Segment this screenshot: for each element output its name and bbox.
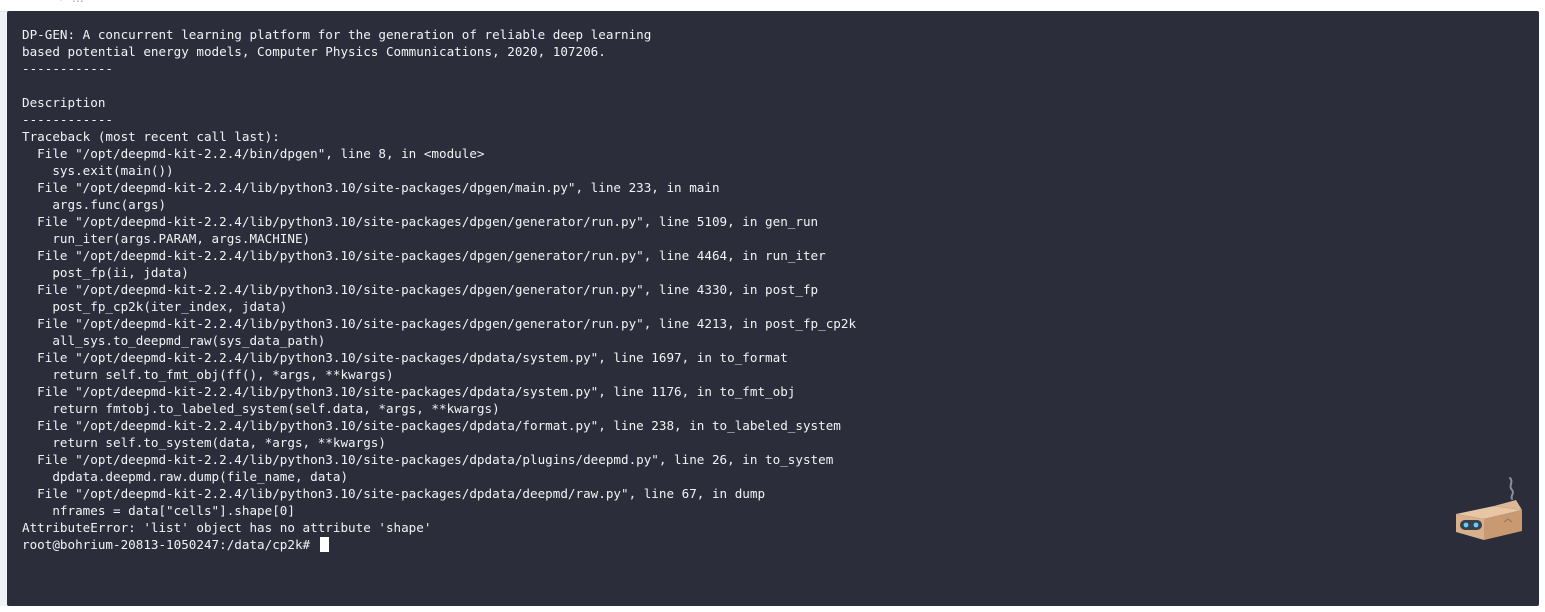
terminal-line: File "/opt/deepmd-kit-2.2.4/lib/python3.… bbox=[22, 248, 826, 263]
terminal-line: File "/opt/deepmd-kit-2.2.4/lib/python3.… bbox=[22, 452, 834, 467]
terminal-line: File "/opt/deepmd-kit-2.2.4/lib/python3.… bbox=[22, 350, 788, 365]
page-right-margin bbox=[1539, 11, 1545, 612]
terminal-line: based potential energy models, Computer … bbox=[22, 44, 606, 59]
terminal-line: post_fp(ii, jdata) bbox=[22, 265, 189, 280]
terminal-line: ------------ bbox=[22, 112, 113, 127]
terminal-line: dpdata.deepmd.raw.dump(file_name, data) bbox=[22, 469, 349, 484]
terminal-line: return self.to_fmt_obj(ff(), *args, **kw… bbox=[22, 367, 394, 382]
terminal-line: Description bbox=[22, 95, 106, 110]
terminal-line: args.func(args) bbox=[22, 197, 167, 212]
terminal-output: DP-GEN: A concurrent learning platform f… bbox=[22, 26, 856, 553]
terminal-line: File "/opt/deepmd-kit-2.2.4/lib/python3.… bbox=[22, 316, 857, 331]
terminal-prompt-line[interactable]: root@bohrium-20813-1050247:/data/cp2k# bbox=[22, 536, 856, 553]
terminal-cursor bbox=[319, 537, 329, 552]
top-bar-fragment: ← … bbox=[58, 0, 84, 5]
terminal-line: all_sys.to_deepmd_raw(sys_data_path) bbox=[22, 333, 326, 348]
terminal-line: File "/opt/deepmd-kit-2.2.4/lib/python3.… bbox=[22, 486, 766, 501]
terminal-window[interactable]: DP-GEN: A concurrent learning platform f… bbox=[7, 11, 1539, 606]
terminal-line: return self.to_system(data, *args, **kwa… bbox=[22, 435, 386, 450]
terminal-line: run_iter(args.PARAM, args.MACHINE) bbox=[22, 231, 311, 246]
terminal-line: DP-GEN: A concurrent learning platform f… bbox=[22, 27, 652, 42]
page-bottom-margin bbox=[0, 606, 1545, 612]
terminal-line: File "/opt/deepmd-kit-2.2.4/lib/python3.… bbox=[22, 214, 819, 229]
terminal-line: Traceback (most recent call last): bbox=[22, 129, 280, 144]
robot-box-icon bbox=[1456, 477, 1522, 540]
terminal-line: File "/opt/deepmd-kit-2.2.4/lib/python3.… bbox=[22, 282, 819, 297]
terminal-line: post_fp_cp2k(iter_index, jdata) bbox=[22, 299, 288, 314]
terminal-line: return fmtobj.to_labeled_system(self.dat… bbox=[22, 401, 500, 416]
terminal-line: ------------ bbox=[22, 61, 113, 76]
terminal-line: File "/opt/deepmd-kit-2.2.4/bin/dpgen", … bbox=[22, 146, 485, 161]
assistant-robot-button[interactable] bbox=[1452, 474, 1526, 544]
terminal-prompt: root@bohrium-20813-1050247:/data/cp2k# bbox=[22, 537, 318, 552]
terminal-line: sys.exit(main()) bbox=[22, 163, 174, 178]
terminal-line: File "/opt/deepmd-kit-2.2.4/lib/python3.… bbox=[22, 384, 796, 399]
terminal-line: File "/opt/deepmd-kit-2.2.4/lib/python3.… bbox=[22, 180, 720, 195]
terminal-line: File "/opt/deepmd-kit-2.2.4/lib/python3.… bbox=[22, 418, 841, 433]
terminal-line: AttributeError: 'list' object has no att… bbox=[22, 520, 432, 535]
terminal-line: nframes = data["cells"].shape[0] bbox=[22, 503, 295, 518]
